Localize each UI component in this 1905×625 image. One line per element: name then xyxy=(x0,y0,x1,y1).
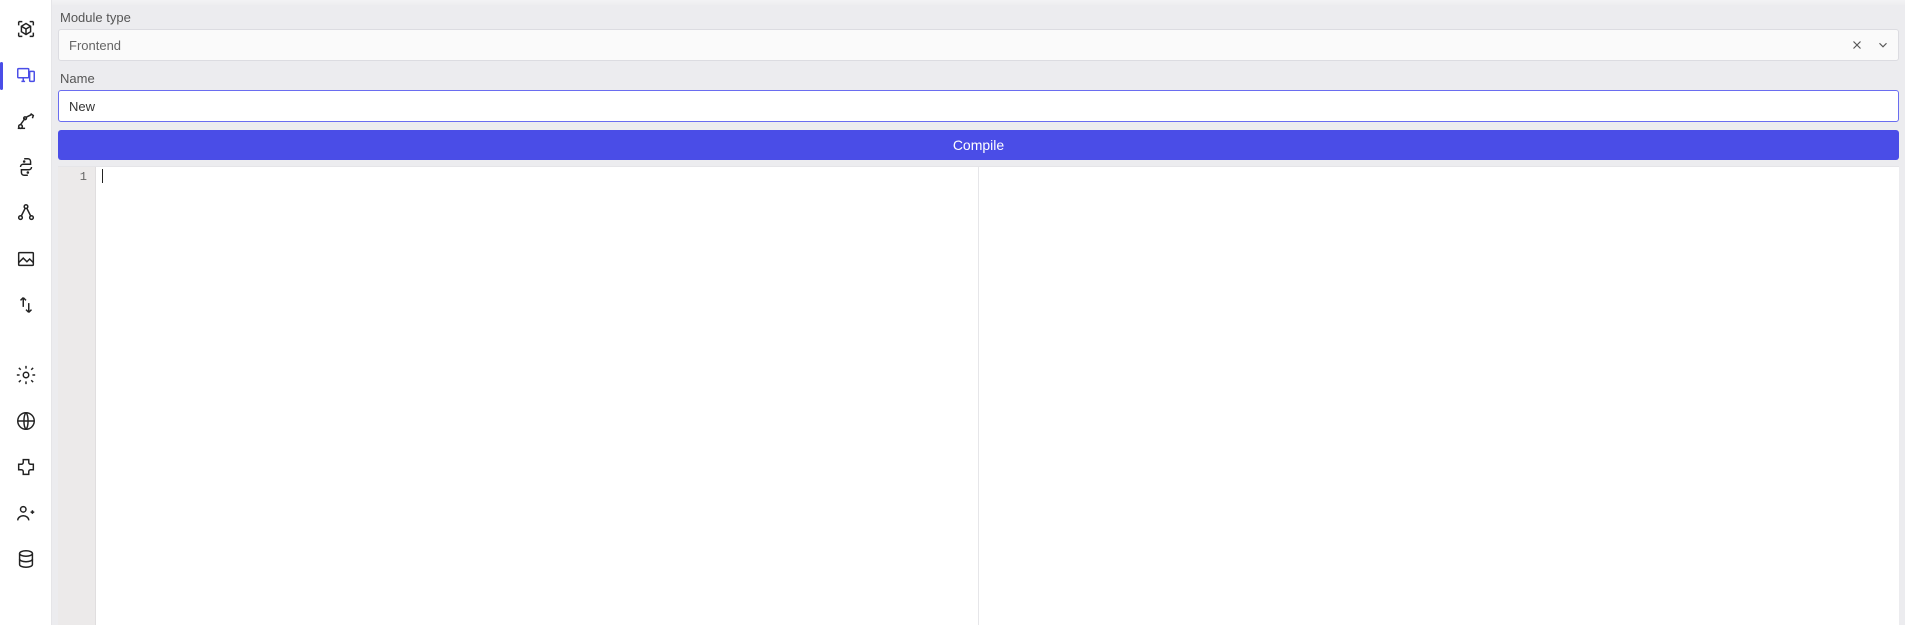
sidebar-item-python[interactable] xyxy=(8,150,44,186)
sidebar-item-robot-arm[interactable] xyxy=(8,104,44,140)
editor-caret xyxy=(102,169,103,183)
sidebar-item-devices[interactable] xyxy=(8,58,44,94)
sidebar-item-transfer[interactable] xyxy=(8,288,44,324)
editor-right-pane[interactable] xyxy=(979,167,1900,625)
editor-left-pane[interactable] xyxy=(96,167,979,625)
sidebar-item-settings[interactable] xyxy=(8,358,44,394)
sidebar-item-users[interactable] xyxy=(8,496,44,532)
module-type-select[interactable]: Frontend xyxy=(58,29,1899,61)
module-type-value: Frontend xyxy=(69,38,121,53)
cube-icon xyxy=(15,18,37,43)
database-icon xyxy=(15,548,37,573)
app-root: Module type Frontend Name Compile 1 xyxy=(0,0,1905,625)
sidebar-item-image-edit[interactable] xyxy=(8,242,44,278)
name-input[interactable] xyxy=(58,90,1899,122)
transfer-icon xyxy=(15,294,37,319)
image-edit-icon xyxy=(15,248,37,273)
globe-icon xyxy=(15,410,37,435)
editor-textarea-left[interactable] xyxy=(96,167,978,625)
main-panel: Module type Frontend Name Compile 1 xyxy=(52,0,1905,625)
extension-icon xyxy=(15,456,37,481)
robot-arm-icon xyxy=(15,110,37,135)
editor-gutter: 1 xyxy=(58,167,96,625)
sidebar-item-nodes[interactable] xyxy=(8,196,44,232)
name-label: Name xyxy=(58,67,1899,90)
nodes-icon xyxy=(15,202,37,227)
sidebar-item-extension[interactable] xyxy=(8,450,44,486)
line-number: 1 xyxy=(58,169,95,185)
module-type-label: Module type xyxy=(58,6,1899,29)
select-controls xyxy=(1848,36,1892,54)
python-icon xyxy=(15,156,37,181)
settings-icon xyxy=(15,364,37,389)
chevron-down-icon[interactable] xyxy=(1874,36,1892,54)
sidebar-item-cube[interactable] xyxy=(8,12,44,48)
sidebar xyxy=(0,0,52,625)
compile-button[interactable]: Compile xyxy=(58,130,1899,160)
code-editor: 1 xyxy=(58,166,1899,625)
clear-icon[interactable] xyxy=(1848,36,1866,54)
sidebar-item-globe[interactable] xyxy=(8,404,44,440)
sidebar-item-database[interactable] xyxy=(8,542,44,578)
devices-icon xyxy=(15,64,37,89)
users-icon xyxy=(15,502,37,527)
